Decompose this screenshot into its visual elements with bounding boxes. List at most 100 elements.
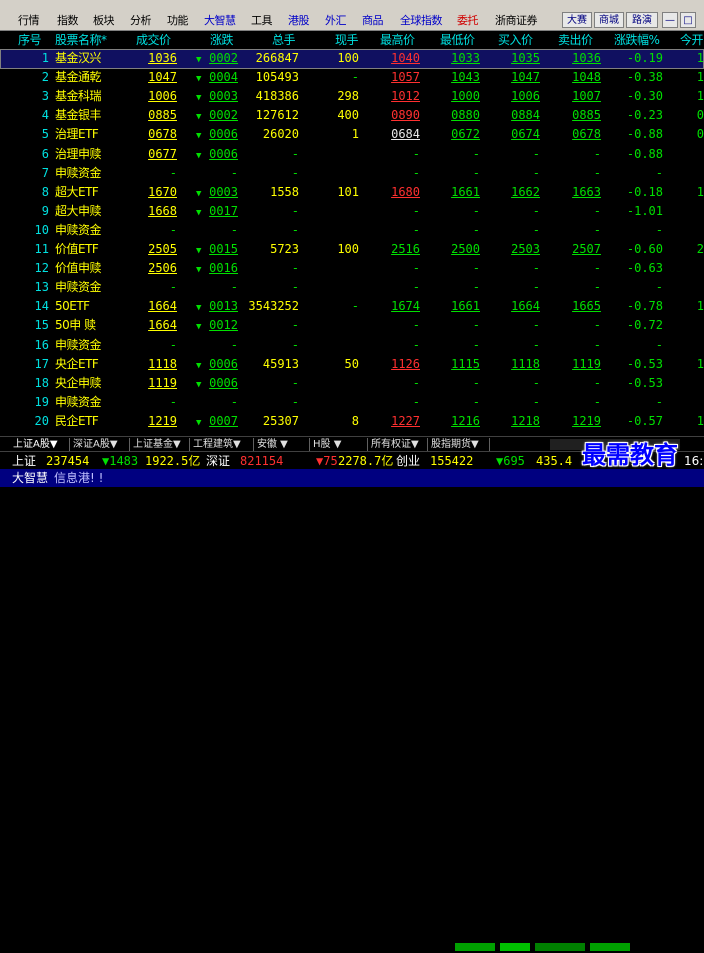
down-arrow-icon: ▼ [196,303,202,313]
market-tab[interactable]: 深证A股▼ [70,438,130,451]
last-price: - [169,223,177,237]
menu-item[interactable]: 外汇 [325,14,347,28]
market-tab[interactable]: 上证基金▼ [130,438,190,451]
column-header[interactable]: 总手 [272,32,296,48]
table-row[interactable]: 3 基金科瑞 1006 ▼ 0003 418386 298 1012 1000 1006 1007 -… [0,87,704,106]
market-tab[interactable]: 上证A股▼ [10,438,70,451]
top-button[interactable]: □ [680,12,696,28]
high-price: - [412,338,420,352]
bid-price: - [532,223,540,237]
column-header[interactable]: 成交价 [136,32,171,48]
table-row[interactable]: 18 央企申赎 1119 ▼ 0006 - - - - - -0.53 [0,374,704,393]
market-tab[interactable]: H股 ▼ [310,438,368,451]
market-tab[interactable]: 所有权证▼ [368,438,428,451]
market-tab[interactable]: 工程建筑▼ [190,438,254,451]
table-row[interactable]: 9 超大申赎 1668 ▼ 0017 - - - - - -1.01 [0,202,704,221]
watermark-logo: 最需教育 [582,441,678,469]
last-price: 1668 [148,204,177,218]
table-row[interactable]: 12 价值申赎 2506 ▼ 0016 - - - - - -0.63 [0,259,704,278]
menu-bar: 行情 指数 板块 分析 功能 大智慧 工具 港股 外汇 商品 全球指数 委托 浙商证券 大赛 商城 路演 — □ [0,0,704,31]
column-header[interactable]: 涨跌幅% [614,32,660,48]
table-row[interactable]: 7 申赎资金 - - - - - - - - [0,164,704,183]
column-header[interactable]: 卖出价 [558,32,593,48]
market-tab[interactable]: 安徽 ▼ [254,438,310,451]
info-port-link[interactable]: 信息港! ! [54,470,103,486]
table-row[interactable]: 19 申赎资金 - - - - - - - - [0,393,704,412]
menu-item[interactable]: 功能 [167,14,189,28]
table-row[interactable]: 2 基金通乾 1047 ▼ 0004 105493 - 1057 1043 1047 1048 -0.… [0,68,704,87]
row-index: 17 [34,357,49,371]
ask-price: 1663 [572,185,601,199]
column-header[interactable]: 最低价 [440,32,475,48]
ask-price: - [593,223,601,237]
low-price: - [472,395,480,409]
table-row[interactable]: 6 治理申赎 0677 ▼ 0006 - - - - - -0.88 [0,145,704,164]
total-volume: - [291,376,299,390]
table-row[interactable]: 17 央企ETF 1118 ▼ 0006 45913 50 1126 1115 1118 1119 -… [0,355,704,374]
row-index: 19 [34,395,49,409]
column-header[interactable]: 现手 [335,32,359,48]
top-button[interactable]: — [662,12,678,28]
table-row[interactable]: 13 申赎资金 - - - - - - - - [0,278,704,297]
menu-item[interactable]: 行情 [18,14,40,28]
table-row[interactable]: 15 50申 赎 1664 ▼ 0012 - - - - - -0.72 [0,316,704,335]
low-price: 1216 [451,414,480,428]
menu-item[interactable]: 板块 [93,14,115,28]
top-button[interactable]: 商城 [594,12,624,28]
menu-item[interactable]: 分析 [130,14,152,28]
open-price: 1 [696,299,704,313]
top-button[interactable]: 路演 [626,12,658,28]
current-volume: 8 [351,414,359,428]
menu-item[interactable]: 委托 [457,14,479,28]
table-row[interactable]: 11 价值ETF 2505 ▼ 0015 5723 100 2516 2500 2503 2507 -… [0,240,704,259]
stock-name: 超大申赎 [55,204,102,218]
menu-item[interactable]: 工具 [251,14,273,28]
menu-item[interactable]: 商品 [362,14,384,28]
bid-price: - [532,376,540,390]
low-price: 1033 [451,51,480,65]
price-change: - [230,166,238,180]
row-index: 5 [41,127,49,141]
column-header[interactable]: 买入价 [498,32,533,48]
low-price: 1115 [451,357,480,371]
menu-item[interactable]: 全球指数 [400,14,443,28]
stock-name: 申赎资金 [55,223,102,237]
table-row[interactable]: 20 民企ETF 1219 ▼ 0007 25307 8 1227 1216 1218 1219 -0… [0,412,704,431]
activity-bar [455,943,495,951]
table-row[interactable]: 8 超大ETF 1670 ▼ 0003 1558 101 1680 1661 1662 1663 -0… [0,183,704,202]
change-percent: -1.01 [626,204,663,218]
stock-name: 50申 赎 [55,318,96,332]
activity-bar [590,943,630,951]
stock-name: 基金汉兴 [55,51,102,65]
table-row[interactable]: 10 申赎资金 - - - - - - - - [0,221,704,240]
high-price: - [412,204,420,218]
table-row[interactable]: 5 治理ETF 0678 ▼ 0006 26020 1 0684 0672 0674 0678 -0.… [0,125,704,144]
ask-price: 2507 [572,242,601,256]
table-row[interactable]: 16 申赎资金 - - - - - - - - [0,336,704,355]
row-index: 12 [34,261,49,275]
high-price: - [412,223,420,237]
sz-index-label: 深证 [206,454,231,468]
menu-item[interactable]: 港股 [288,14,310,28]
table-row[interactable]: 4 基金银丰 0885 ▼ 0002 127612 400 0890 0880 0884 0885 -… [0,106,704,125]
row-index: 4 [41,108,49,122]
column-header[interactable]: 最高价 [380,32,415,48]
table-row[interactable]: 14 50ETF 1664 ▼ 0013 3543252 - 1674 1661 1664 1665… [0,297,704,316]
market-tab[interactable]: 股指期货▼ [428,438,490,451]
price-change: 0002 [209,108,238,122]
table-row[interactable]: 1 基金汉兴 1036 ▼ 0002 266847 100 1040 1033 1035 1036 -… [0,49,704,69]
high-price: 1057 [391,70,420,84]
column-header[interactable]: 股票名称* [55,32,107,48]
stock-name: 50ETF [55,299,90,313]
column-header[interactable]: 涨跌 [210,32,234,48]
top-button[interactable]: 大赛 [562,12,592,28]
menu-item[interactable]: 指数 [57,14,79,28]
column-header[interactable]: 今开 [680,32,704,48]
change-percent: -0.23 [626,108,663,122]
column-header[interactable]: 序号 [18,32,42,48]
current-volume: 100 [337,51,359,65]
menu-item[interactable]: 大智慧 [204,14,236,28]
last-price: - [169,280,177,294]
menu-item[interactable]: 浙商证券 [495,14,538,28]
total-volume: - [291,395,299,409]
